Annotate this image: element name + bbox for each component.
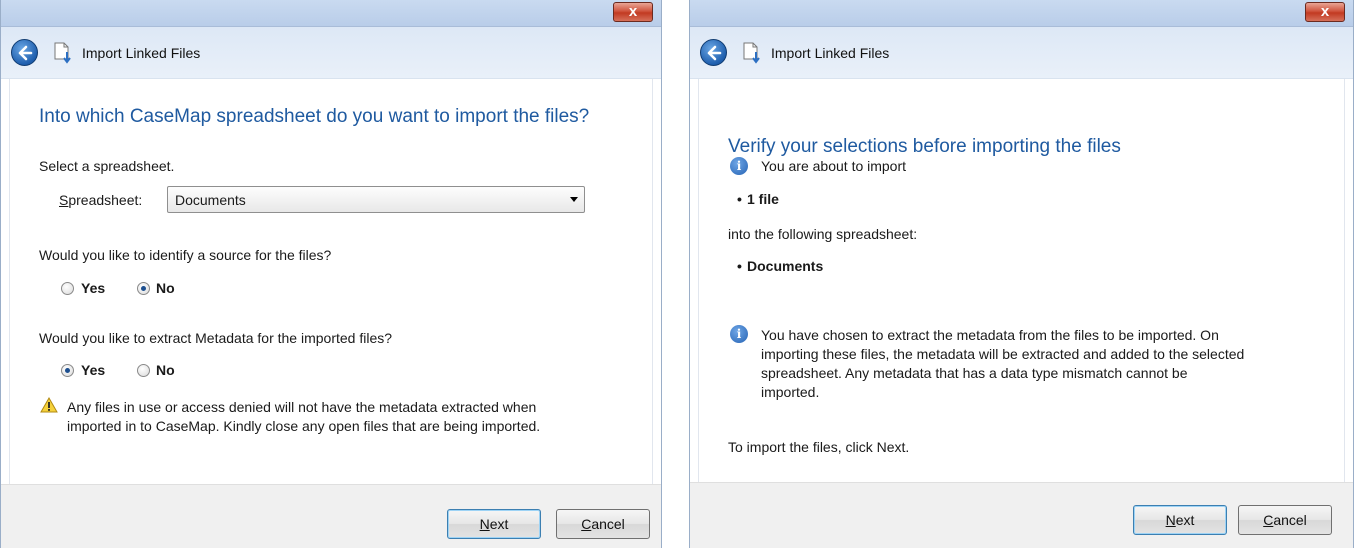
warning-icon [40,397,58,413]
file-count: 1 file [747,191,779,207]
metadata-info-line-4: imported. [761,384,820,400]
back-arrow-icon [18,45,33,61]
page-heading: Verify your selections before importing … [728,136,1121,157]
source-no-label[interactable]: No [156,280,175,296]
metadata-no-label[interactable]: No [156,362,175,378]
source-yes-radio[interactable] [61,282,74,295]
info-icon: i [730,157,748,175]
next-button[interactable]: Next [1133,505,1227,535]
spreadsheet-label-text: preadsheet: [68,192,143,208]
instruction-text: To import the files, click Next. [728,439,910,455]
import-document-icon [54,42,71,64]
next-label: ext [489,516,509,532]
page-heading: Into which CaseMap spreadsheet do you wa… [39,106,590,127]
metadata-info-line-1: You have chosen to extract the metadata … [761,327,1219,343]
wizard-title: Import Linked Files [82,45,201,61]
next-accesskey: N [1165,512,1176,528]
metadata-info-line-2: importing these files, the metadata will… [761,346,1245,362]
spreadsheet-select[interactable]: Documents [167,186,585,213]
select-prompt: Select a spreadsheet. [39,158,175,174]
wizard-nav-bar: Import Linked Files [690,27,1353,79]
cancel-label: ancel [591,516,625,532]
metadata-yes-label[interactable]: Yes [81,362,105,378]
about-to-import-text: You are about to import [761,158,907,174]
warning-line-1: Any files in use or access denied will n… [67,399,537,415]
back-arrow-icon [707,45,722,61]
warning-line-2: imported in to CaseMap. Kindly close any… [67,418,541,434]
import-document-icon [743,42,760,64]
next-button[interactable]: Next [447,509,541,539]
bullet: • [737,191,742,207]
close-button[interactable]: x [613,2,653,22]
button-bar: Next Cancel [1,484,661,548]
metadata-info-line-3: spreadsheet. Any metadata that has a dat… [761,365,1188,381]
spreadsheet-label-accesskey: S [59,192,69,208]
info-icon: i [730,325,748,343]
button-bar: Next Cancel [690,482,1353,548]
spreadsheet-select-value: Documents [175,192,246,208]
cancel-label: ancel [1273,512,1307,528]
back-button[interactable] [11,39,38,66]
metadata-no-radio[interactable] [137,364,150,377]
import-dialog-spreadsheet-step: x Import Linked Files Into which CaseMap… [0,0,662,548]
cancel-accesskey: C [581,516,592,532]
spreadsheet-name: Documents [747,258,824,274]
cancel-button[interactable]: Cancel [1238,505,1332,535]
wizard-nav-bar: Import Linked Files [1,27,661,79]
title-bar: x [1,0,661,27]
title-bar: x [690,0,1353,27]
metadata-question: Would you like to extract Metadata for t… [39,330,393,346]
back-button[interactable] [700,39,727,66]
close-button[interactable]: x [1305,2,1345,22]
wizard-content: Into which CaseMap spreadsheet do you wa… [9,79,653,484]
wizard-title: Import Linked Files [771,45,890,61]
into-spreadsheet-text: into the following spreadsheet: [728,226,918,242]
spreadsheet-label: Spreadsheet: [59,192,142,208]
chevron-down-icon [570,197,578,202]
source-yes-label[interactable]: Yes [81,280,105,296]
source-question: Would you like to identify a source for … [39,247,332,263]
metadata-yes-radio[interactable] [61,364,74,377]
import-dialog-verify-step: x Import Linked Files Verify your select… [689,0,1354,548]
wizard-content: Verify your selections before importing … [698,79,1345,482]
source-no-radio[interactable] [137,282,150,295]
next-accesskey: N [479,516,490,532]
next-label: ext [1175,512,1195,528]
cancel-button[interactable]: Cancel [556,509,650,539]
bullet: • [737,258,742,274]
cancel-accesskey: C [1263,512,1274,528]
